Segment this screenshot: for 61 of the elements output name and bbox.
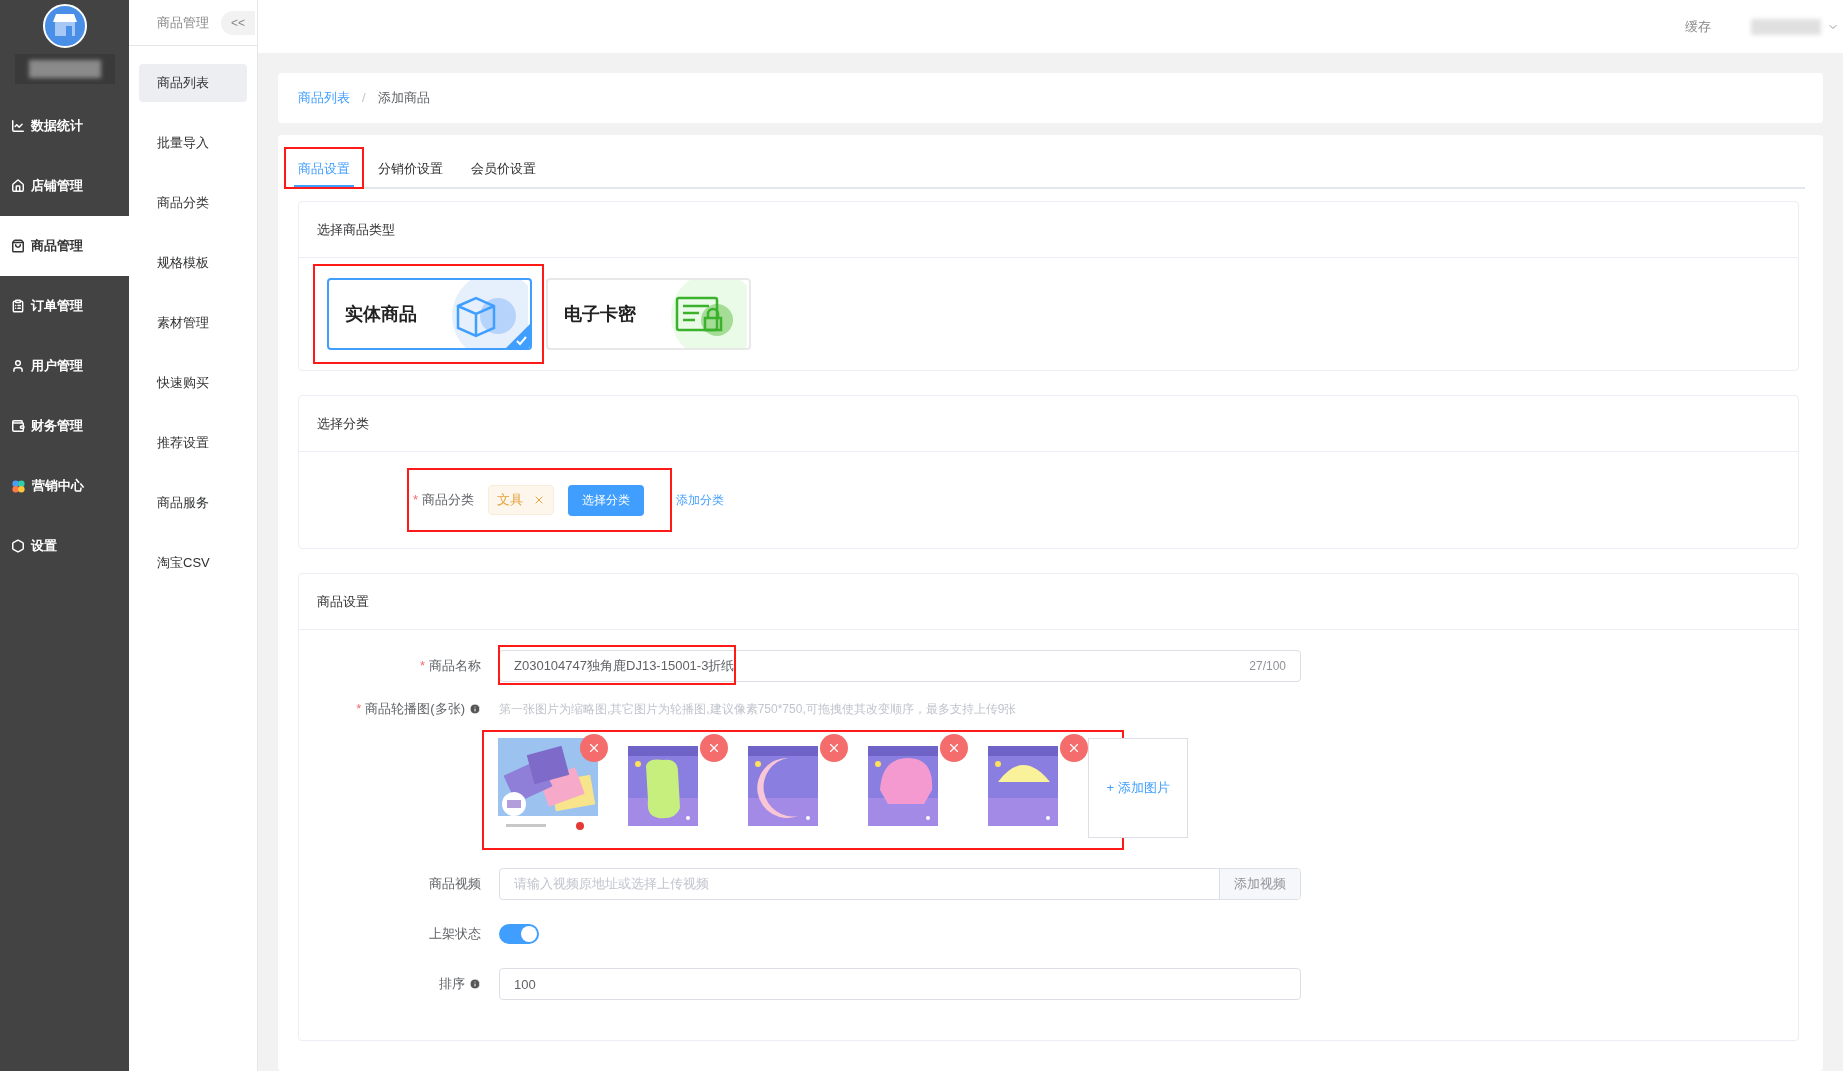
field-label: 排序 [439, 975, 465, 994]
sidebar-item[interactable]: 设置 [0, 516, 129, 576]
wallet-icon [11, 419, 25, 433]
sidebar-item[interactable]: 商品管理 [0, 216, 129, 276]
submenu-item[interactable]: 快速购买 [139, 364, 247, 402]
submenu-item[interactable]: 批量导入 [139, 124, 247, 162]
section-title: 选择商品类型 [317, 220, 395, 239]
submenu-item[interactable]: 商品分类 [139, 184, 247, 222]
section-title: 商品设置 [317, 592, 369, 611]
type-option[interactable]: 电子卡密 [546, 278, 751, 350]
field-label: 上架状态 [429, 926, 481, 942]
submenu-item[interactable]: 商品列表 [139, 64, 247, 102]
check-corner-icon [506, 324, 530, 348]
remove-image-button[interactable] [580, 734, 608, 762]
cache-link[interactable]: 缓存 [1685, 16, 1711, 37]
status-toggle[interactable] [499, 924, 539, 944]
info-icon [469, 978, 481, 990]
sidebar-item[interactable]: 订单管理 [0, 276, 129, 336]
submenu-item[interactable]: 商品服务 [139, 484, 247, 522]
chart-icon [11, 119, 25, 133]
house-icon [11, 179, 25, 193]
sidebar-item[interactable]: 店铺管理 [0, 156, 129, 216]
sidebar-item[interactable]: 财务管理 [0, 396, 129, 456]
close-icon [1067, 741, 1081, 755]
close-icon [707, 741, 721, 755]
tab[interactable]: 分销价设置 [374, 153, 447, 187]
sort-field[interactable]: 100 [499, 968, 1301, 1000]
sidebar-item[interactable]: 数据统计 [0, 96, 129, 156]
sidebar-item[interactable]: 营销中心 [0, 456, 129, 516]
breadcrumb-current: 添加商品 [377, 89, 430, 108]
field-label: 商品视频 [429, 876, 481, 892]
submenu-item[interactable]: 淘宝CSV [139, 544, 247, 582]
blurred-account [1751, 18, 1821, 35]
submenu-item[interactable]: 推荐设置 [139, 424, 247, 462]
breadcrumb-separator: / [362, 89, 366, 108]
info-icon [469, 703, 481, 715]
submenu-item[interactable]: 规格模板 [139, 244, 247, 282]
pinwheel-icon [11, 478, 26, 494]
sidebar-item[interactable]: 用户管理 [0, 336, 129, 396]
submenu-title: 商品管理 [157, 13, 209, 32]
tab[interactable]: 会员价设置 [467, 153, 540, 187]
submenu-item[interactable]: 素材管理 [139, 304, 247, 342]
field-label: * 商品分类 [413, 491, 475, 510]
close-icon [587, 741, 601, 755]
clipboard-icon [11, 299, 25, 313]
remove-image-button[interactable] [820, 734, 848, 762]
store-logo-icon [42, 4, 87, 48]
close-icon [827, 741, 841, 755]
category-tag: 文具 [488, 485, 555, 515]
section-title: 选择分类 [317, 414, 369, 433]
bag-icon [11, 239, 25, 253]
hexagon-icon [11, 539, 25, 553]
field-label: * 商品轮播图(多张) [356, 700, 465, 719]
close-icon [947, 741, 961, 755]
remove-image-button[interactable] [940, 734, 968, 762]
char-counter: 27/100 [1249, 658, 1286, 675]
field-label: * 商品名称 [419, 658, 481, 674]
type-option[interactable]: 实体商品 [327, 278, 532, 350]
user-icon [11, 359, 25, 373]
remove-image-button[interactable] [1060, 734, 1088, 762]
remove-image-button[interactable] [700, 734, 728, 762]
